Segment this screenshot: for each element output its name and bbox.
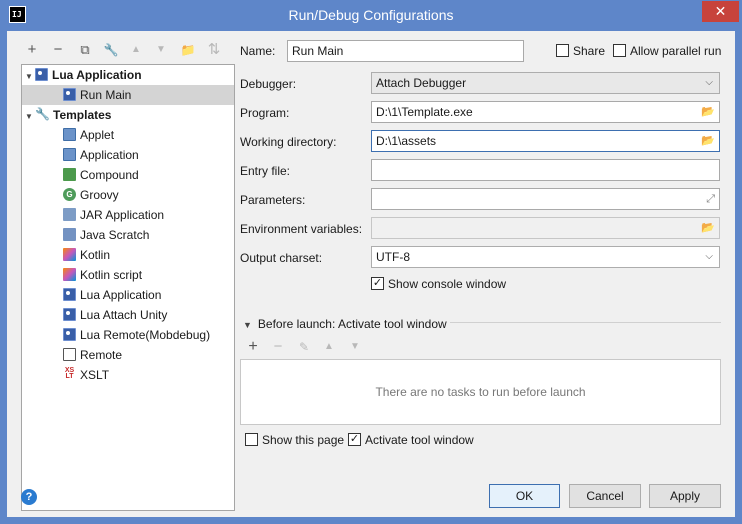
debugger-label: Debugger: — [240, 77, 297, 91]
xslt-icon: XS LT — [64, 367, 75, 381]
sort-icon[interactable]: ⇅ — [203, 39, 225, 61]
share-checkbox-box[interactable] — [556, 44, 569, 58]
title-bar[interactable]: IJ Run/Debug Configurations ✕ — [0, 0, 742, 31]
show-page-checkbox[interactable]: Show this page — [245, 433, 344, 447]
move-task-down-icon[interactable]: ▼ — [344, 336, 366, 358]
applet-icon — [63, 128, 76, 142]
before-launch-tasks-list[interactable]: There are no tasks to run before launch — [240, 359, 721, 425]
compound-icon — [63, 168, 76, 182]
cancel-button[interactable]: Cancel — [569, 484, 641, 508]
wrench-icon: 🔧 — [35, 107, 50, 122]
tree-item-java-scratch[interactable]: Java Scratch — [63, 225, 149, 245]
share-checkbox[interactable]: Share — [556, 44, 605, 58]
jar-icon — [63, 208, 76, 222]
remove-task-icon[interactable]: − — [267, 336, 289, 358]
env-input[interactable]: 📂 — [371, 217, 720, 239]
tree-item-lua-attach-unity[interactable]: Lua Attach Unity — [63, 305, 167, 325]
tree-item-lua-application[interactable]: Lua Application — [63, 285, 161, 305]
move-up-icon[interactable]: ▲ — [125, 39, 147, 61]
tree-node-label: Run Main — [80, 88, 132, 102]
program-label: Program: — [240, 106, 290, 120]
before-launch-header[interactable]: ▼ Before launch: Activate tool window — [243, 317, 447, 331]
browse-folder-icon[interactable]: 📂 — [701, 131, 715, 151]
java-scratch-icon — [63, 228, 76, 242]
tree-item-applet[interactable]: Applet — [63, 125, 114, 145]
collapse-arrow-icon[interactable]: ▼ — [243, 320, 252, 330]
tree-item-lua-remote[interactable]: Lua Remote(Mobdebug) — [63, 325, 210, 345]
name-label: Name: — [240, 44, 276, 58]
remove-icon[interactable]: − — [47, 39, 69, 61]
browse-folder-icon[interactable]: 📂 — [701, 102, 715, 122]
edit-task-icon[interactable]: ✎ — [293, 336, 315, 358]
show-console-checkbox[interactable]: ✓ Show console window — [371, 277, 506, 291]
name-input[interactable]: Run Main — [287, 40, 524, 62]
tree-node-templates[interactable]: ▼ 🔧 Templates — [25, 105, 111, 125]
help-icon[interactable]: ? — [21, 489, 37, 505]
lua-icon — [63, 288, 76, 302]
activate-checkbox-box[interactable]: ✓ — [348, 433, 361, 447]
tree-node-label: Templates — [53, 108, 112, 122]
entry-file-label: Entry file: — [240, 164, 291, 178]
charset-select[interactable]: UTF-8 ⌵ — [371, 246, 720, 268]
parallel-run-checkbox[interactable]: Allow parallel run — [613, 44, 721, 58]
kotlin-script-icon — [63, 268, 76, 282]
tree-node-label: Lua Application — [52, 68, 142, 82]
console-checkbox-box[interactable]: ✓ — [371, 277, 384, 291]
copy-icon[interactable]: ⧉ — [74, 39, 96, 61]
divider — [450, 322, 721, 323]
chevron-down-icon: ⌵ — [705, 251, 713, 262]
entry-file-input[interactable] — [371, 159, 720, 181]
tree-node-run-main[interactable]: Run Main — [22, 85, 234, 105]
add-icon[interactable]: + — [21, 39, 43, 61]
parameters-label: Parameters: — [240, 193, 306, 207]
kotlin-icon — [63, 248, 76, 262]
tree-item-compound[interactable]: Compound — [63, 165, 139, 185]
tree-item-jar-application[interactable]: JAR Application — [63, 205, 164, 225]
parallel-checkbox-box[interactable] — [613, 44, 626, 58]
empty-tasks-text: There are no tasks to run before launch — [375, 385, 586, 399]
lua-icon — [63, 308, 76, 322]
tree-item-kotlin[interactable]: Kotlin — [63, 245, 110, 265]
expand-arrow-icon[interactable]: ▼ — [25, 67, 35, 87]
show-page-checkbox-box[interactable] — [245, 433, 258, 447]
application-icon — [63, 148, 76, 162]
apply-button[interactable]: Apply — [649, 484, 721, 508]
close-button[interactable]: ✕ — [702, 1, 739, 22]
move-down-icon[interactable]: ▼ — [150, 39, 172, 61]
workdir-input[interactable]: D:\1\assets 📂 — [371, 130, 720, 152]
workdir-label: Working directory: — [240, 135, 337, 149]
tree-item-groovy[interactable]: G Groovy — [63, 185, 119, 205]
add-task-icon[interactable]: + — [242, 336, 264, 358]
debugger-select[interactable]: Attach Debugger ⌵ — [371, 72, 720, 94]
configuration-tree[interactable]: ▼ Lua Application Run Main ▼ 🔧 Templates Ap… — [21, 64, 235, 511]
program-input[interactable]: D:\1\Template.exe 📂 — [371, 101, 720, 123]
parameters-input[interactable]: ⤢ — [371, 188, 720, 210]
ok-button[interactable]: OK — [489, 484, 560, 508]
activate-tool-window-checkbox[interactable]: ✓ Activate tool window — [348, 433, 474, 447]
lua-icon — [63, 328, 76, 342]
remote-icon — [63, 348, 76, 362]
browse-folder-icon[interactable]: 📂 — [701, 218, 715, 238]
expand-icon[interactable]: ⤢ — [706, 189, 715, 209]
tree-item-xslt[interactable]: XS LT XSLT — [63, 365, 109, 385]
wrench-icon[interactable]: 🔧 — [100, 39, 122, 61]
window-title: Run/Debug Configurations — [288, 7, 454, 23]
tree-node-lua-application[interactable]: ▼ Lua Application — [25, 65, 142, 85]
groovy-icon: G — [63, 188, 76, 202]
lua-icon — [35, 68, 48, 82]
tree-item-remote[interactable]: Remote — [63, 345, 122, 365]
chevron-down-icon: ⌵ — [705, 77, 713, 88]
lua-icon — [63, 88, 76, 102]
env-label: Environment variables: — [240, 222, 363, 236]
charset-label: Output charset: — [240, 251, 323, 265]
tree-item-kotlin-script[interactable]: Kotlin script — [63, 265, 142, 285]
folder-icon[interactable]: 📁 — [177, 39, 199, 61]
expand-arrow-icon[interactable]: ▼ — [25, 107, 35, 127]
move-task-up-icon[interactable]: ▲ — [318, 336, 340, 358]
dialog-window: IJ Run/Debug Configurations ✕ + − ⧉ 🔧 ▲ … — [0, 0, 742, 524]
tree-item-application[interactable]: Application — [63, 145, 139, 165]
dialog-body: + − ⧉ 🔧 ▲ ▼ 📁 ⇅ ▼ Lua Application Run Mai… — [7, 31, 735, 517]
